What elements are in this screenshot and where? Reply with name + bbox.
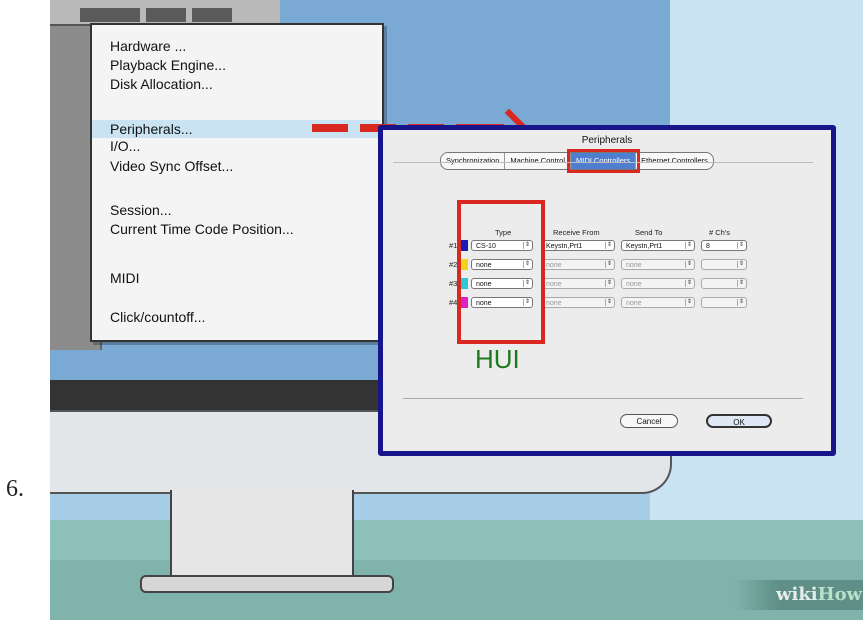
channels-select: ⇕ [701,297,747,308]
wikihow-watermark: wikiHow [734,580,863,610]
toolbar-block [192,8,232,22]
monitor-stand [170,490,354,580]
updown-arrows-icon: ⇕ [737,280,745,287]
updown-arrows-icon: ⇕ [685,261,693,268]
receive-from-select[interactable]: Keystn,Prt1 ⇕ [541,240,615,251]
send-to-select[interactable]: Keystn,Prt1 ⇕ [621,240,695,251]
channels-value: 8 [706,243,710,250]
arrow-dash [312,124,348,132]
menu-item-disk-allocation[interactable]: Disk Allocation... [110,76,213,92]
column-header-send-to: Send To [635,228,663,237]
send-to-value: none [626,300,642,307]
send-to-select: none ⇕ [621,278,695,289]
send-to-select: none ⇕ [621,259,695,270]
channels-select: ⇕ [701,259,747,270]
menu-item-video-sync-offset[interactable]: Video Sync Offset... [110,158,233,174]
channels-select[interactable]: 8 ⇕ [701,240,747,251]
receive-from-select: none ⇕ [541,297,615,308]
updown-arrows-icon: ⇕ [737,299,745,306]
menu-item-playback-engine[interactable]: Playback Engine... [110,57,226,73]
menu-item-io[interactable]: I/O... [110,138,140,154]
dialog-divider [403,398,803,399]
updown-arrows-icon: ⇕ [685,242,693,249]
setup-menu: Hardware ... Playback Engine... Disk All… [90,23,384,342]
updown-arrows-icon: ⇕ [737,261,745,268]
send-to-value: none [626,281,642,288]
menu-item-current-time-code[interactable]: Current Time Code Position... [110,221,294,237]
menu-item-hardware[interactable]: Hardware ... [110,38,186,54]
ok-button[interactable]: OK [706,414,772,428]
updown-arrows-icon: ⇕ [685,299,693,306]
updown-arrows-icon: ⇕ [605,280,613,287]
monitor-stand-base [140,575,394,593]
column-header-channels: # Ch's [709,228,731,237]
column-header-receive-from: Receive From [553,228,600,237]
step-number: 6. [6,476,24,502]
cancel-button[interactable]: Cancel [620,414,678,428]
type-column-highlight [457,200,545,344]
illustration: Hardware ... Playback Engine... Disk All… [50,0,863,620]
receive-from-value: none [546,262,562,269]
menu-item-peripherals-label: Peripherals... [110,121,193,137]
toolbar-block [80,8,140,22]
send-to-value: none [626,262,642,269]
receive-from-value: none [546,300,562,307]
updown-arrows-icon: ⇕ [605,242,613,249]
menu-item-click-countoff[interactable]: Click/countoff... [110,309,205,325]
updown-arrows-icon: ⇕ [685,280,693,287]
channels-select: ⇕ [701,278,747,289]
receive-from-value: Keystn,Prt1 [546,243,583,250]
peripherals-dialog: Peripherals Synchronization Machine Cont… [378,125,836,456]
menu-item-session[interactable]: Session... [110,202,171,218]
hui-annotation: HUI [475,344,520,374]
updown-arrows-icon: ⇕ [737,242,745,249]
receive-from-select: none ⇕ [541,259,615,270]
send-to-select: none ⇕ [621,297,695,308]
updown-arrows-icon: ⇕ [605,299,613,306]
menu-item-midi[interactable]: MIDI [110,270,140,286]
receive-from-select: none ⇕ [541,278,615,289]
updown-arrows-icon: ⇕ [605,261,613,268]
send-to-value: Keystn,Prt1 [626,243,663,250]
receive-from-value: none [546,281,562,288]
toolbar-block [146,8,186,22]
dialog-title: Peripherals [581,135,633,146]
watermark-how: How [817,584,863,605]
watermark-wiki: wiki [776,584,818,605]
